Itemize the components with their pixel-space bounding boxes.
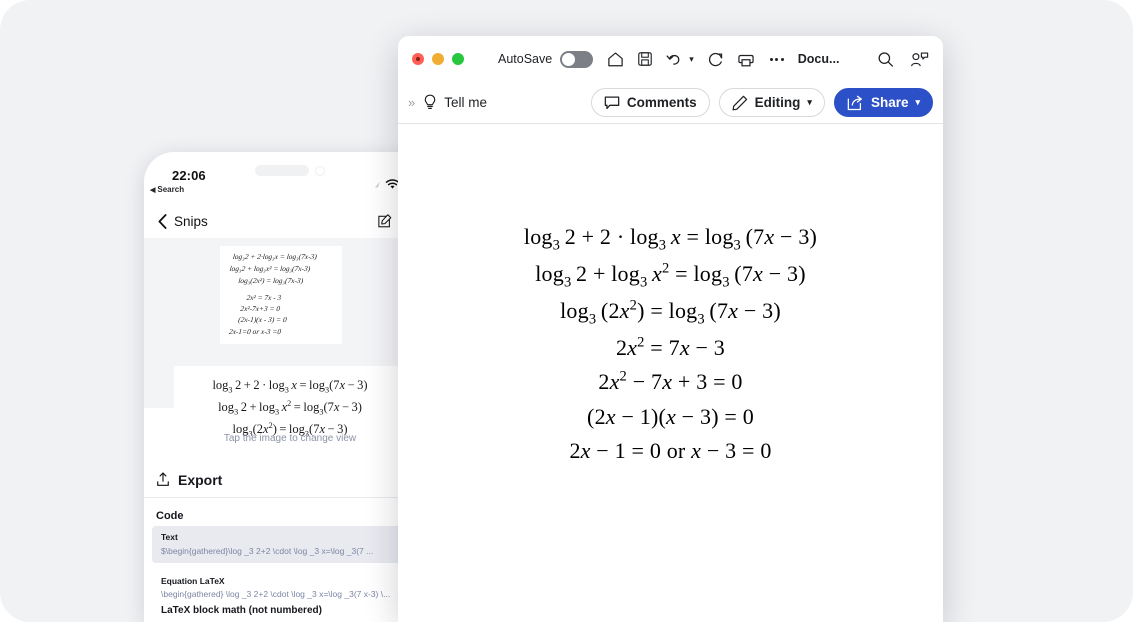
field-label: Equation LaTeX [161, 576, 419, 586]
traffic-light-maximize-icon[interactable] [452, 53, 464, 65]
tap-hint-label: Tap the image to change view [144, 433, 436, 444]
svg-text:log₃2 + log₃x² = log₃(7x-3): log₃2 + log₃x² = log₃(7x-3) [229, 264, 311, 273]
word-titlebar: AutoSave ▾ [398, 36, 943, 82]
save-icon[interactable] [637, 51, 653, 67]
compose-icon[interactable] [378, 214, 392, 228]
status-back-label: Search [157, 185, 184, 194]
export-field-text[interactable]: Text $\begin{gathered}\log _3 2+2 \cdot … [152, 526, 428, 563]
export-field-equation-latex[interactable]: Equation LaTeX \begin{gathered} \log _3 … [152, 570, 428, 605]
titlebar-right-actions [877, 51, 929, 68]
export-title: Export [178, 472, 222, 488]
latex-render-image[interactable]: log3 2 + 2 · log3 x = log3(7x − 3) log3 … [174, 366, 406, 436]
quick-access-toolbar: ▾ [607, 51, 784, 68]
svg-text:log₃(2x²) = log₃(7x-3): log₃(2x²) = log₃(7x-3) [238, 276, 304, 285]
section-title: LaTeX block math (not numbered) [161, 605, 419, 616]
nav-title: Snips [174, 214, 208, 229]
handwriting-render: log₃2 + 2·log₃x = log₃(7x-3) log₃2 + log… [220, 246, 342, 344]
svg-text:log₃2 + 2·log₃x = log₃(7x-3): log₃2 + 2·log₃x = log₃(7x-3) [232, 252, 317, 261]
document-canvas[interactable]: log3 2 + 2 · log3 x = log3 (7x − 3) log3… [398, 124, 943, 622]
share-label: Share [871, 95, 909, 110]
double-chevron-right-icon[interactable]: » [408, 95, 413, 110]
comments-label: Comments [627, 95, 697, 110]
autosave-toggle[interactable] [560, 51, 593, 68]
word-ribbon: » Tell me Comments Editing [398, 82, 943, 124]
equation-line: log3 2 + 2 · log3 x = log3 (7x − 3) [398, 220, 943, 257]
equation-line: log3 2 + log3 x2 = log3 (7x − 3) [398, 257, 943, 294]
redo-icon[interactable] [707, 51, 724, 68]
editing-button[interactable]: Editing ▾ [719, 88, 825, 117]
svg-text:2x-1=0 or x-3 =0: 2x-1=0 or x-3 =0 [229, 327, 282, 336]
handwritten-image[interactable]: log₃2 + 2·log₃x = log₃(7x-3) log₃2 + log… [220, 246, 342, 344]
code-section-label: Code [144, 498, 436, 528]
back-arrow-icon: ◀ [150, 186, 155, 194]
lightbulb-icon[interactable] [423, 94, 437, 111]
iphone-mockup: 22:06 ◀ Search Snips [144, 152, 436, 622]
document-title[interactable]: Docu... [798, 52, 840, 66]
svg-text:(2x-1)(x - 3) = 0: (2x-1)(x - 3) = 0 [238, 315, 288, 324]
status-back-to-app[interactable]: ◀ Search [150, 185, 184, 194]
collaborators-icon[interactable] [910, 51, 929, 68]
word-window: AutoSave ▾ [398, 36, 943, 622]
latex-block-section[interactable]: LaTeX block math (not numbered) [152, 605, 428, 616]
tell-me-label[interactable]: Tell me [444, 95, 487, 110]
equation-line: 2x − 1 = 0 or x − 3 = 0 [398, 434, 943, 468]
screenshot-stage: 22:06 ◀ Search Snips [0, 0, 1133, 622]
status-bar: 22:06 ◀ Search [144, 168, 436, 202]
undo-icon[interactable] [666, 51, 683, 67]
field-label: Text [161, 532, 419, 542]
chevron-down-icon: ▾ [915, 97, 920, 108]
share-icon [847, 95, 864, 111]
export-header: Export ✕ [144, 462, 436, 498]
phone-navbar: Snips [144, 204, 436, 238]
chevron-left-icon [158, 214, 167, 229]
editing-label: Editing [755, 95, 801, 110]
location-arrow-icon [375, 182, 380, 188]
share-button[interactable]: Share ▾ [834, 88, 933, 117]
toggle-knob [562, 53, 575, 66]
back-button[interactable]: Snips [158, 214, 208, 229]
autosave-label: AutoSave [498, 52, 552, 66]
equation-line: log3 (2x2) = log3 (7x − 3) [398, 294, 943, 331]
latex-line: log3 2 + 2 · log3 x = log3(7x − 3) [174, 375, 406, 397]
traffic-light-close-icon[interactable] [412, 53, 424, 65]
ellipsis-icon[interactable] [770, 58, 784, 61]
chevron-down-icon[interactable]: ▾ [689, 54, 694, 65]
latex-line: log3 2 + log3 x2 = log3(7x − 3) [174, 397, 406, 419]
traffic-light-minimize-icon[interactable] [432, 53, 444, 65]
field-value: \begin{gathered} \log _3 2+2 \cdot \log … [161, 589, 419, 599]
svg-text:2x²-7x+3 = 0: 2x²-7x+3 = 0 [240, 304, 281, 313]
comment-icon [604, 95, 620, 110]
ribbon-actions: Comments Editing ▾ Share ▾ [591, 88, 933, 117]
equation-line: 2x2 = 7x − 3 [398, 331, 943, 365]
comments-button[interactable]: Comments [591, 88, 710, 117]
traffic-lights [412, 53, 464, 65]
equation-line: 2x2 − 7x + 3 = 0 [398, 365, 943, 399]
print-icon[interactable] [737, 51, 755, 67]
search-icon[interactable] [877, 51, 894, 68]
home-icon[interactable] [607, 51, 624, 68]
equation-line: (2x − 1)(x − 3) = 0 [398, 400, 943, 434]
pencil-icon [732, 95, 748, 111]
share-up-icon [156, 472, 170, 487]
status-time: 22:06 [172, 168, 206, 183]
chevron-down-icon: ▾ [807, 97, 812, 108]
snip-preview[interactable]: log₃2 + 2·log₃x = log₃(7x-3) log₃2 + log… [144, 238, 436, 408]
field-value: $\begin{gathered}\log _3 2+2 \cdot \log … [161, 546, 402, 556]
svg-text:2x² = 7x - 3: 2x² = 7x - 3 [246, 293, 282, 302]
